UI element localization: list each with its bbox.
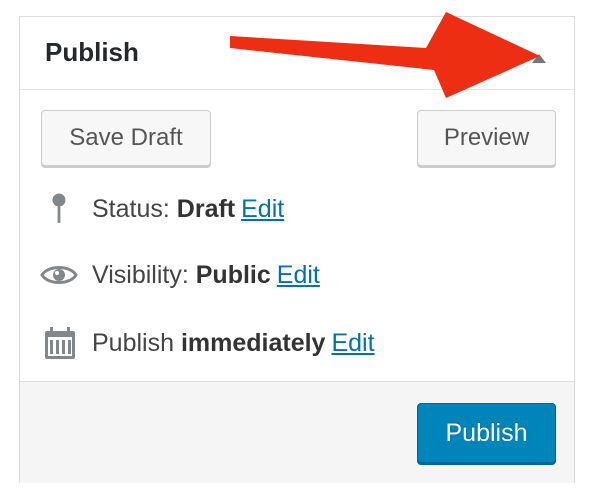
schedule-label: Publish bbox=[92, 329, 174, 357]
status-row: Status: Draft Edit bbox=[20, 189, 574, 229]
status-value: Draft bbox=[176, 195, 236, 223]
triangle-up-icon bbox=[532, 54, 546, 63]
publish-schedule-row: Publish immediately Edit bbox=[20, 323, 574, 363]
edit-visibility-link[interactable]: Edit bbox=[277, 261, 320, 289]
publish-metabox: Publish Save Draft Preview Status: Draft… bbox=[19, 16, 575, 482]
visibility-text: Visibility: Public Edit bbox=[92, 261, 320, 290]
collapse-toggle-button[interactable] bbox=[528, 47, 550, 69]
schedule-text: Publish immediately Edit bbox=[92, 329, 375, 358]
edit-status-link[interactable]: Edit bbox=[241, 195, 284, 223]
calendar-icon bbox=[40, 325, 78, 361]
status-text: Status: Draft Edit bbox=[92, 195, 284, 224]
edit-schedule-link[interactable]: Edit bbox=[331, 329, 374, 357]
save-draft-button[interactable]: Save Draft bbox=[41, 110, 211, 166]
pin-icon bbox=[40, 191, 78, 227]
metabox-header: Publish bbox=[20, 17, 574, 90]
visibility-value: Public bbox=[195, 261, 271, 289]
visibility-row: Visibility: Public Edit bbox=[20, 255, 574, 295]
publish-button[interactable]: Publish bbox=[417, 403, 556, 463]
visibility-label: Visibility: bbox=[92, 261, 189, 289]
metabox-title: Publish bbox=[45, 37, 139, 67]
screenshot-canvas: Publish Save Draft Preview Status: Draft… bbox=[0, 0, 590, 496]
status-label: Status: bbox=[92, 195, 170, 223]
major-publishing-actions: Publish bbox=[20, 381, 574, 482]
preview-button[interactable]: Preview bbox=[417, 110, 556, 166]
schedule-value: immediately bbox=[180, 329, 326, 357]
eye-icon bbox=[40, 257, 78, 293]
